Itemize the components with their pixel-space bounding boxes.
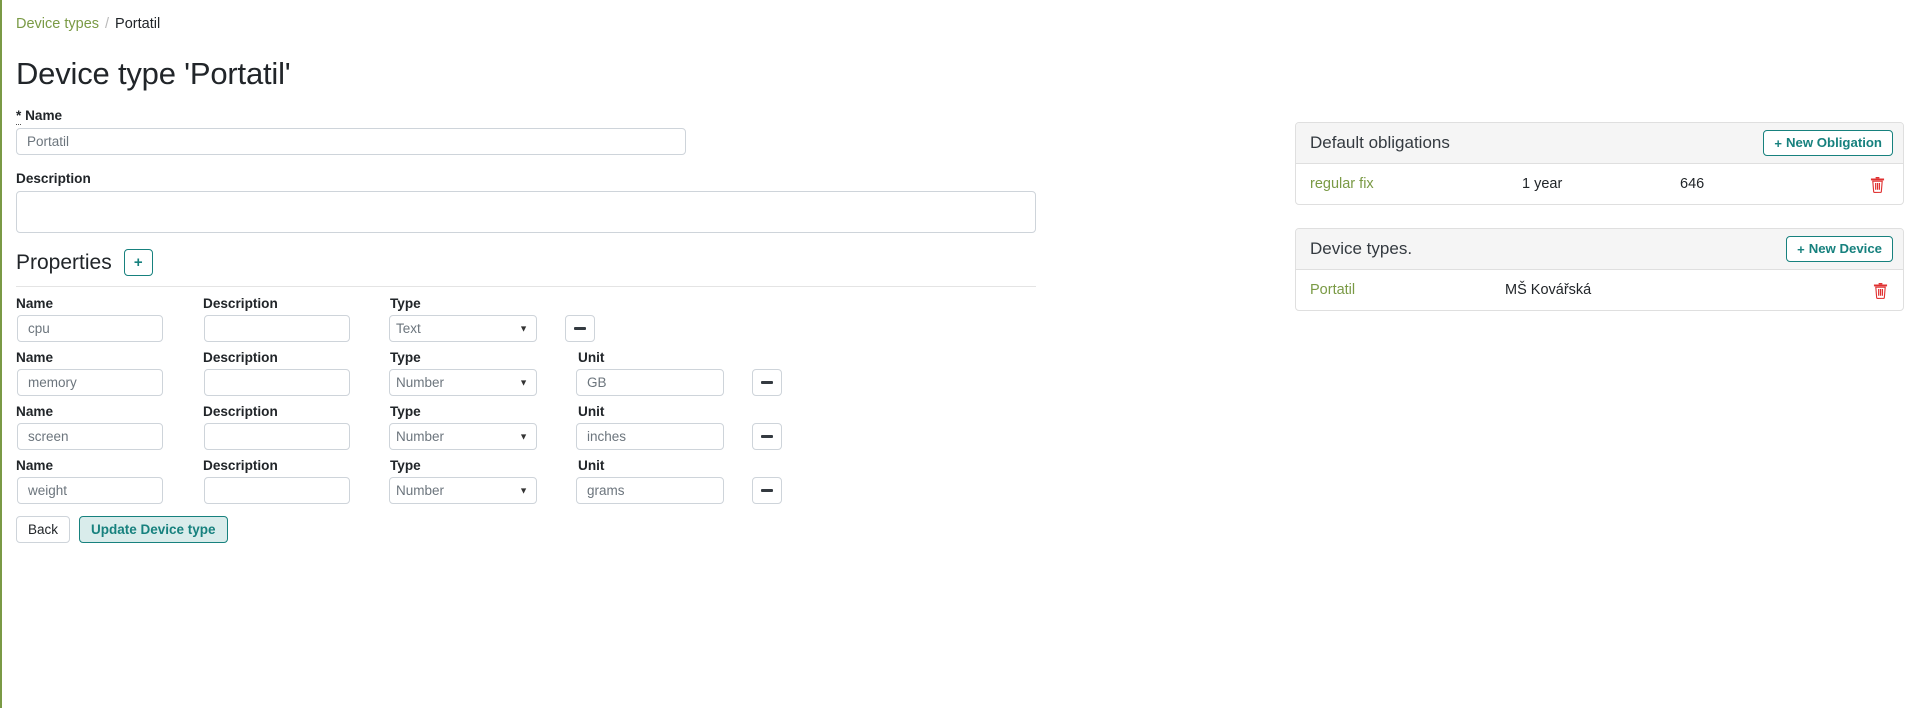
property-row-fields: TextNumber▼ — [16, 423, 1038, 451]
property-description-label: Description — [203, 404, 278, 420]
property-name-label: Name — [16, 458, 54, 474]
obligation-name-link[interactable]: regular fix — [1310, 176, 1374, 192]
property-type-select-wrap: TextNumber▼ — [389, 369, 537, 397]
property-type-select[interactable]: TextNumber — [389, 477, 537, 505]
property-unit-input[interactable] — [576, 477, 724, 505]
property-type-select[interactable]: TextNumber — [389, 315, 537, 343]
property-type-select[interactable]: TextNumber — [389, 369, 537, 397]
update-device-type-button[interactable]: Update Device type — [79, 516, 228, 544]
property-type-label: Type — [390, 296, 421, 312]
device-owner: MŠ Kovářská — [1505, 282, 1592, 298]
delete-obligation-button[interactable] — [1866, 173, 1888, 195]
obligation-period: 1 year — [1522, 176, 1563, 192]
plus-icon: + — [1797, 241, 1805, 257]
property-type-label: Type — [390, 404, 421, 420]
description-textarea[interactable] — [16, 191, 1036, 234]
name-label-text: Name — [25, 108, 63, 124]
property-unit-label: Unit — [578, 404, 605, 420]
devices-rows: Portatil MŠ Kovářská — [1296, 270, 1903, 310]
property-type-label: Type — [390, 350, 421, 366]
property-row: Name Description Type TextNumber▼ — [16, 296, 1038, 343]
property-row-fields: TextNumber▼ — [16, 477, 1038, 505]
breadcrumb-current: Portatil — [115, 16, 161, 32]
property-unit-input[interactable] — [576, 369, 724, 397]
devices-card-header: Device types. + New Device — [1296, 229, 1903, 270]
default-obligations-card: Default obligations + New Obligation reg… — [1295, 122, 1904, 205]
minus-icon — [761, 489, 773, 493]
new-obligation-button[interactable]: + New Obligation — [1763, 130, 1893, 156]
property-description-input[interactable] — [204, 369, 350, 397]
property-rows: Name Description Type TextNumber▼ Name Descri… — [16, 296, 1038, 505]
add-property-button[interactable]: + — [123, 249, 153, 277]
property-row-fields: TextNumber▼ — [16, 369, 1038, 397]
property-row-labels: Name Description Type — [16, 296, 1038, 312]
property-unit-input[interactable] — [576, 423, 724, 451]
property-description-label: Description — [203, 458, 278, 474]
property-description-input[interactable] — [204, 477, 350, 505]
table-row: regular fix 1 year 646 — [1296, 164, 1903, 204]
main-form-column: Device types / Portatil Device type 'Por… — [16, 0, 1038, 544]
properties-divider — [16, 286, 1036, 288]
new-obligation-label: New Obligation — [1786, 135, 1882, 151]
property-name-label: Name — [16, 404, 54, 420]
devices-card-title: Device types. — [1310, 239, 1413, 258]
form-actions: Back Update Device type — [16, 516, 1038, 544]
property-type-select-wrap: TextNumber▼ — [389, 477, 537, 505]
property-description-label: Description — [203, 296, 278, 312]
properties-title: Properties — [16, 250, 112, 274]
new-device-button[interactable]: + New Device — [1786, 236, 1893, 262]
delete-device-button[interactable] — [1869, 279, 1891, 301]
property-unit-label: Unit — [578, 458, 605, 474]
property-type-select-wrap: TextNumber▼ — [389, 423, 537, 451]
property-name-label: Name — [16, 350, 54, 366]
property-row: Name Description Type Unit TextNumber▼ — [16, 350, 1038, 397]
device-types-card: Device types. + New Device Portatil MŠ Ko… — [1295, 228, 1904, 311]
property-description-input[interactable] — [204, 423, 350, 451]
remove-property-button[interactable] — [752, 477, 782, 505]
properties-header: Properties + — [16, 249, 1038, 277]
property-row-labels: Name Description Type Unit — [16, 458, 1038, 474]
property-description-label: Description — [203, 350, 278, 366]
page-root: Device types / Portatil Device type 'Por… — [0, 0, 1919, 708]
plus-icon: + — [1774, 135, 1783, 151]
property-name-input[interactable] — [17, 315, 163, 343]
property-row: Name Description Type Unit TextNumber▼ — [16, 458, 1038, 505]
obligations-card-title: Default obligations — [1310, 133, 1450, 152]
minus-icon — [574, 327, 586, 331]
property-name-input[interactable] — [17, 477, 163, 505]
property-name-input[interactable] — [17, 423, 163, 451]
property-name-label: Name — [16, 296, 54, 312]
table-row: Portatil MŠ Kovářská — [1296, 270, 1903, 310]
property-type-select[interactable]: TextNumber — [389, 423, 537, 451]
side-cards-column: Default obligations + New Obligation reg… — [1295, 122, 1904, 334]
remove-property-button[interactable] — [752, 423, 782, 451]
name-input[interactable] — [16, 128, 686, 156]
property-row-fields: TextNumber▼ — [16, 315, 1038, 343]
remove-property-button[interactable] — [752, 369, 782, 397]
property-name-input[interactable] — [17, 369, 163, 397]
minus-icon — [761, 381, 773, 385]
property-type-label: Type — [390, 458, 421, 474]
breadcrumb-separator: / — [105, 16, 110, 32]
property-row: Name Description Type Unit TextNumber▼ — [16, 404, 1038, 451]
property-unit-label: Unit — [578, 350, 605, 366]
breadcrumb: Device types / Portatil — [16, 0, 1038, 33]
remove-property-button[interactable] — [565, 315, 595, 343]
minus-icon — [761, 435, 773, 439]
obligation-amount: 646 — [1680, 176, 1705, 192]
property-row-labels: Name Description Type Unit — [16, 350, 1038, 366]
back-button[interactable]: Back — [16, 516, 71, 544]
device-name-link[interactable]: Portatil — [1310, 282, 1355, 298]
name-field-label: * Name — [16, 108, 1038, 126]
property-type-select-wrap: TextNumber▼ — [389, 315, 537, 343]
description-field-label: Description — [16, 171, 91, 187]
obligations-rows: regular fix 1 year 646 — [1296, 164, 1903, 204]
breadcrumb-link-device-types[interactable]: Device types — [16, 15, 99, 33]
property-row-labels: Name Description Type Unit — [16, 404, 1038, 420]
page-title: Device type 'Portatil' — [16, 56, 291, 91]
obligations-card-header: Default obligations + New Obligation — [1296, 123, 1903, 164]
new-device-label: New Device — [1808, 241, 1882, 257]
property-description-input[interactable] — [204, 315, 350, 343]
required-asterisk: * — [16, 108, 22, 126]
